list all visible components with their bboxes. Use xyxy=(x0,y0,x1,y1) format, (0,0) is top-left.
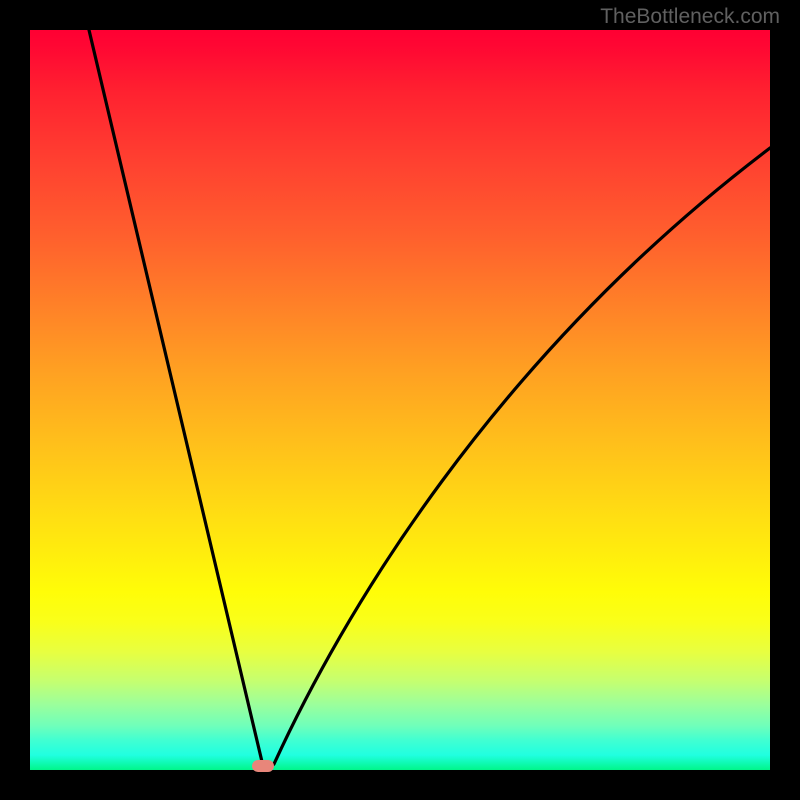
chart-container: TheBottleneck.com xyxy=(0,0,800,800)
plot-area xyxy=(30,30,770,770)
bottleneck-curve xyxy=(89,30,770,768)
watermark-text: TheBottleneck.com xyxy=(600,5,780,29)
min-marker xyxy=(252,760,274,772)
curve-layer xyxy=(30,30,770,770)
